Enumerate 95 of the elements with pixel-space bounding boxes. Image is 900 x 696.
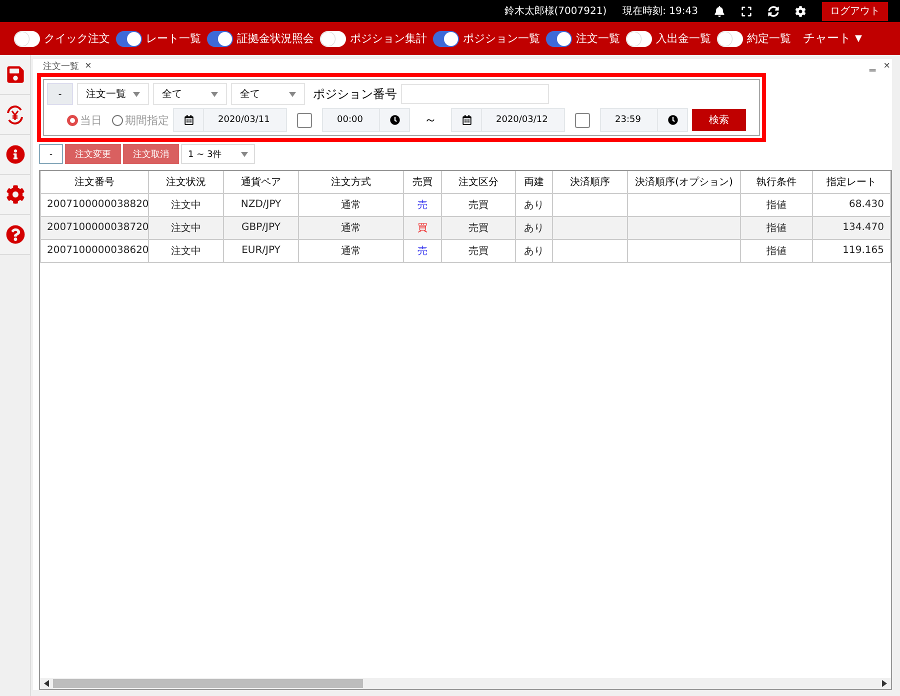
panel-tab[interactable]: 注文一覧: [43, 60, 79, 72]
clock-icon[interactable]: [668, 115, 678, 125]
horizontal-scrollbar[interactable]: [40, 678, 891, 689]
clock-icon[interactable]: [390, 115, 400, 125]
current-time: 現在時刻: 19:43: [622, 4, 698, 18]
logout-button[interactable]: ログアウト: [822, 2, 888, 20]
nav-label[interactable]: ポジション一覧: [463, 31, 540, 46]
column-header[interactable]: 決済順序(オプション): [628, 171, 740, 193]
table-cell: あり: [516, 193, 552, 216]
scroll-right-icon[interactable]: [882, 680, 887, 687]
caret-icon: [289, 92, 296, 96]
table-cell: 2007100000038620: [40, 239, 148, 262]
minimize-button[interactable]: ‗: [867, 60, 878, 72]
toggle-switch[interactable]: [14, 30, 40, 46]
tab-close-button[interactable]: ×: [83, 60, 94, 72]
calendar-icon[interactable]: [184, 115, 194, 125]
settings-icon[interactable]: [795, 6, 806, 16]
collapse-button[interactable]: -: [39, 144, 63, 164]
collapse-button[interactable]: -: [47, 83, 73, 105]
table-cell: 指値: [740, 239, 812, 262]
table-cell: 134.470: [812, 216, 890, 239]
chart-menu[interactable]: チャート ▼: [797, 29, 868, 48]
time-field[interactable]: 23:59: [600, 108, 688, 132]
table-cell: 通常: [298, 193, 404, 216]
table-cell: 注文中: [148, 239, 224, 262]
column-header[interactable]: 注文区分: [442, 171, 516, 193]
page-count-dropdown[interactable]: 1 ~ 3件: [181, 144, 255, 164]
toggle-switch[interactable]: [717, 30, 743, 46]
dropdown[interactable]: 全て: [153, 83, 227, 105]
position-number-field[interactable]: [401, 84, 549, 104]
action-button[interactable]: 注文変更: [65, 144, 121, 164]
table-cell: 68.430: [812, 193, 890, 216]
date-field[interactable]: 2020/03/11: [173, 108, 287, 132]
caret-icon: [133, 92, 140, 96]
scroll-left-icon[interactable]: [44, 680, 49, 687]
search-button[interactable]: 検索: [692, 109, 746, 131]
range-tilde: ～: [424, 112, 437, 129]
calendar-icon[interactable]: [462, 115, 472, 125]
time-field[interactable]: 00:00: [322, 108, 410, 132]
nav-label[interactable]: ポジション集計: [350, 31, 427, 46]
toggle-switch[interactable]: [320, 30, 346, 46]
nav-label[interactable]: 注文一覧: [576, 31, 620, 46]
checkbox[interactable]: [297, 112, 312, 128]
table-cell: 売買: [442, 216, 516, 239]
fullscreen-icon[interactable]: [741, 6, 752, 16]
table-cell: 通常: [298, 216, 404, 239]
side-mark: 売: [418, 200, 428, 210]
table-cell: 注文中: [148, 193, 224, 216]
bell-icon[interactable]: [714, 6, 725, 16]
column-header[interactable]: 通貨ペア: [224, 171, 298, 193]
user-name: 鈴木太郎様(7007921): [504, 4, 607, 18]
table-cell: 注文中: [148, 216, 224, 239]
nav-label[interactable]: クイック注文: [44, 31, 110, 46]
nav-label[interactable]: 約定一覧: [747, 31, 791, 46]
action-button[interactable]: 注文取消: [123, 144, 179, 164]
column-header[interactable]: 両建: [516, 171, 552, 193]
close-button[interactable]: ×: [882, 60, 892, 72]
table-cell: EUR/JPY: [224, 239, 298, 262]
column-header[interactable]: 売買: [404, 171, 442, 193]
column-header[interactable]: 注文状況: [148, 171, 224, 193]
column-header[interactable]: 注文方式: [298, 171, 404, 193]
dropdown[interactable]: 全て: [231, 83, 305, 105]
table-cell: 指値: [740, 193, 812, 216]
table-cell: 指値: [740, 216, 812, 239]
table-cell: GBP/JPY: [224, 216, 298, 239]
refresh-icon[interactable]: [768, 6, 779, 16]
toggle-switch[interactable]: [433, 30, 459, 46]
column-header[interactable]: 決済順序: [552, 171, 628, 193]
side-mark: 買: [418, 222, 428, 234]
toggle-switch[interactable]: [626, 30, 652, 46]
caret-icon: [211, 92, 218, 96]
column-header[interactable]: 注文番号: [40, 171, 148, 193]
column-header[interactable]: 指定レート: [812, 171, 890, 193]
nav-label[interactable]: 入出金一覧: [656, 31, 711, 46]
table-cell: 119.165: [812, 239, 890, 262]
nav-label[interactable]: 証拠金状況照会: [237, 31, 314, 46]
table-cell: あり: [516, 239, 552, 262]
position-number-label: ポジション番号: [313, 86, 397, 102]
checkbox[interactable]: [575, 112, 590, 128]
table-cell: 通常: [298, 239, 404, 262]
dropdown[interactable]: 注文一覧: [77, 83, 149, 105]
table-cell: 売買: [442, 239, 516, 262]
table-cell: 売買: [442, 193, 516, 216]
toggle-switch[interactable]: [546, 30, 572, 46]
side-mark: 売: [418, 246, 428, 256]
toggle-switch[interactable]: [207, 30, 233, 46]
toggle-switch[interactable]: [116, 30, 142, 46]
caret-icon: [241, 152, 248, 156]
table-cell: 2007100000038820: [40, 193, 148, 216]
table-cell: あり: [516, 216, 552, 239]
nav-label[interactable]: レート一覧: [146, 31, 201, 46]
column-header[interactable]: 執行条件: [740, 171, 812, 193]
table-cell: NZD/JPY: [224, 193, 298, 216]
table-cell: 2007100000038720: [40, 216, 148, 239]
date-field[interactable]: 2020/03/12: [451, 108, 565, 132]
